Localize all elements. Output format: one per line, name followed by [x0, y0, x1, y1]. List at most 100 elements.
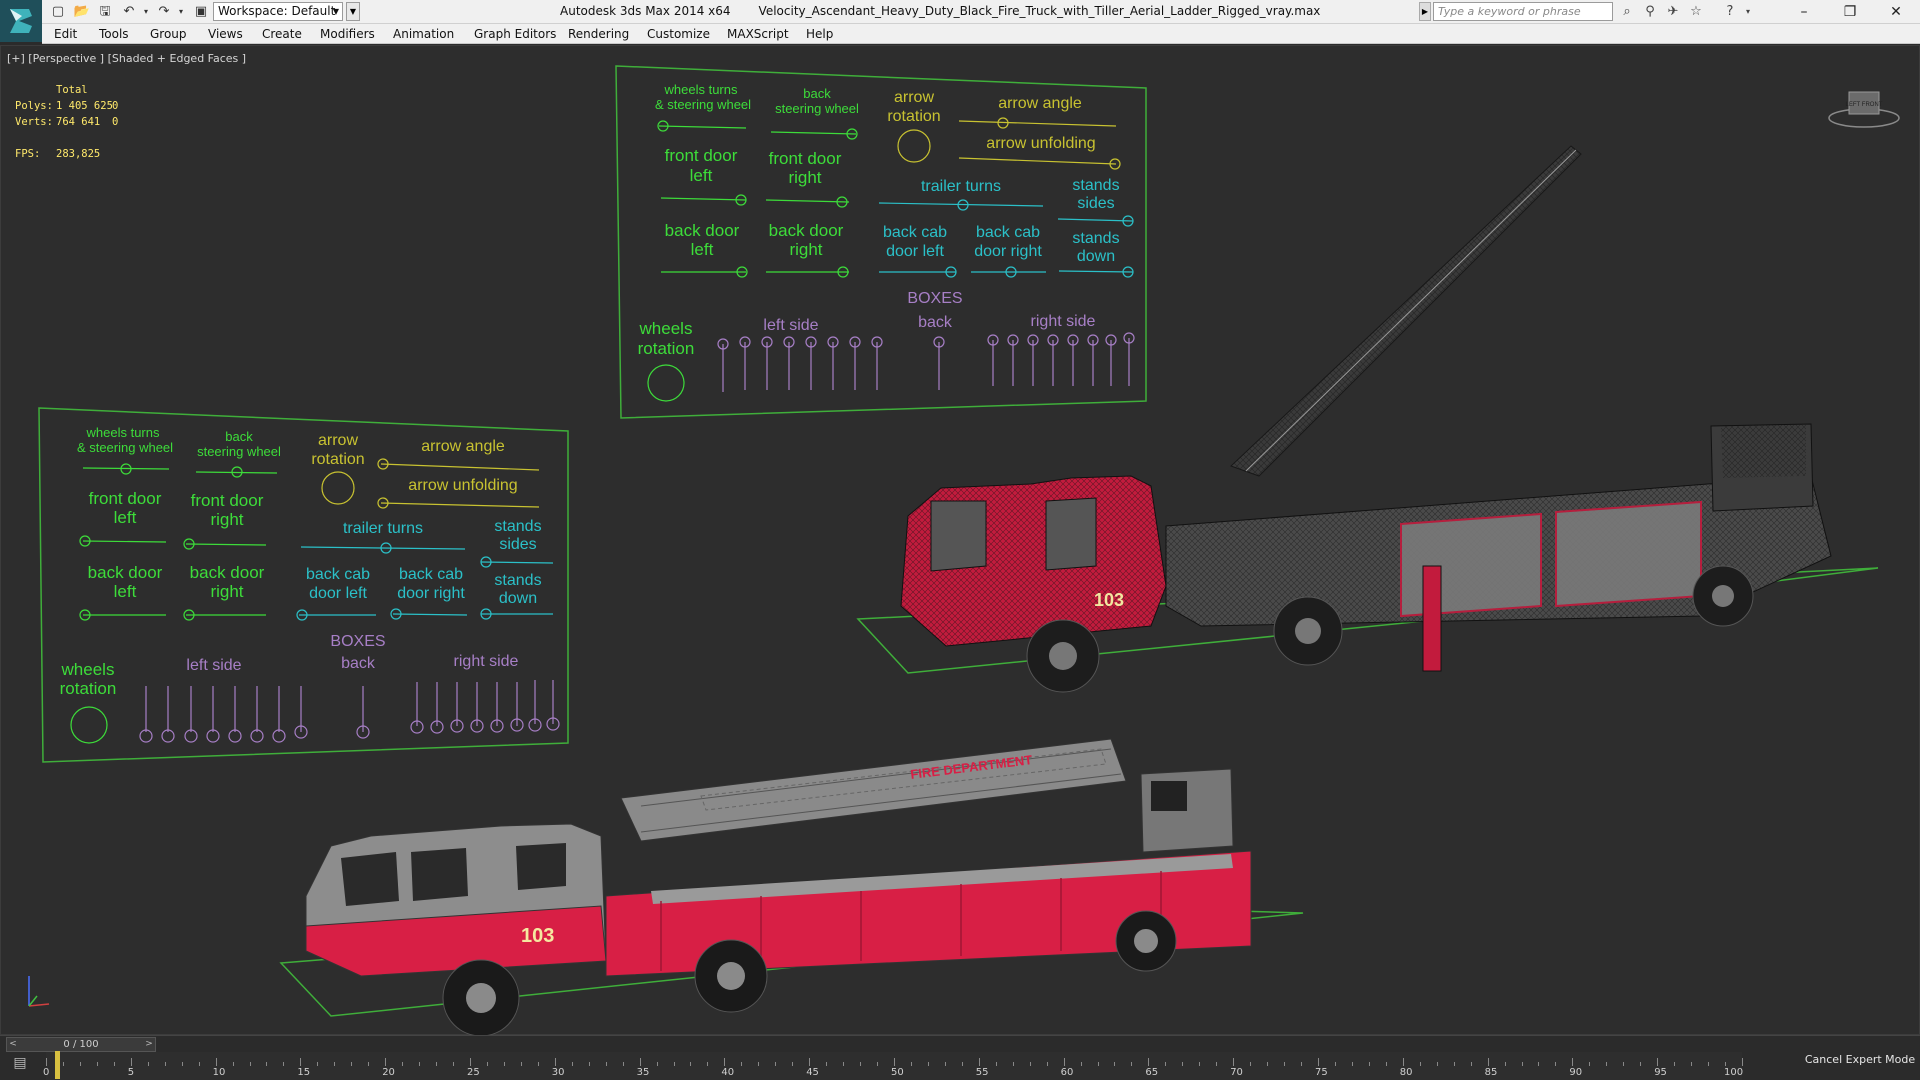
dial-wheels-rotation[interactable]	[647, 364, 685, 402]
label-front-door-right-lower-2: right	[210, 510, 243, 529]
binoculars-icon[interactable]: ⌕	[1617, 3, 1637, 21]
close-button[interactable]: ✕	[1873, 0, 1919, 24]
label-arrow-rotation-lower-1: arrow	[318, 432, 358, 449]
timeline-tick	[1063, 1058, 1065, 1066]
box-sliders-upper[interactable]	[717, 332, 1135, 392]
timeline-tick	[402, 1062, 404, 1066]
menu-graph-editors[interactable]: Graph Editors	[474, 27, 556, 41]
timeline-tick	[690, 1062, 692, 1066]
timeline-tick-label: 55	[975, 1067, 989, 1078]
search-input[interactable]: Type a keyword or phrase	[1433, 2, 1613, 21]
frame-counter: 0 / 100	[63, 1039, 99, 1050]
menu-customize[interactable]: Customize	[647, 27, 710, 41]
label-back-door-right-2: right	[789, 240, 822, 259]
label-left-side-lower: left side	[186, 657, 241, 674]
timeline-tick	[1419, 1062, 1421, 1066]
viewcube[interactable]: LEFT FRONT	[1827, 84, 1901, 130]
label-front-door-right-2: right	[788, 168, 821, 187]
timeline-tick	[826, 1062, 828, 1066]
subscription-icon[interactable]: ⚲	[1640, 3, 1660, 21]
workspace-dropdown[interactable]: Workspace: Default ▼	[213, 2, 343, 21]
time-slider[interactable]: < 0 / 100 >	[6, 1037, 156, 1052]
timeline-tick	[1029, 1062, 1031, 1066]
timeline-tick	[1487, 1058, 1489, 1066]
timeline-tick-label: 15	[297, 1067, 311, 1078]
label-back-cab-door-right-1: back cab	[976, 224, 1040, 241]
next-frame-icon[interactable]: >	[143, 1038, 155, 1051]
box-sliders-lower[interactable]	[139, 680, 560, 743]
menu-maxscript[interactable]: MAXScript	[727, 27, 789, 41]
app-name: Autodesk 3ds Max 2014 x64	[560, 4, 731, 18]
mini-curve-editor-icon[interactable]: ▤	[8, 1055, 32, 1075]
favorites-star-icon[interactable]: ☆	[1686, 3, 1706, 21]
timeline-tick	[605, 1062, 607, 1066]
timeline-tick	[843, 1062, 845, 1066]
undo-dropdown-icon[interactable]: ▾	[137, 3, 155, 21]
menu-modifiers[interactable]: Modifiers	[320, 27, 375, 41]
label-back-cab-door-left-lower-2: door left	[309, 585, 367, 602]
label-boxes-upper: BOXES	[907, 290, 962, 307]
project-folder-icon[interactable]: ▣	[192, 3, 210, 21]
menu-help[interactable]: Help	[806, 27, 833, 41]
menu-views[interactable]: Views	[208, 27, 243, 41]
label-wheels-turns-2: & steering wheel	[655, 97, 751, 112]
communication-icon[interactable]: ✈	[1663, 3, 1683, 21]
timeline-playhead[interactable]	[55, 1051, 60, 1079]
label-arrow-rotation-2: rotation	[887, 108, 940, 125]
timeline-tick	[1182, 1062, 1184, 1066]
cancel-expert-mode-button[interactable]: Cancel Expert Mode	[1800, 1043, 1920, 1077]
menu-group[interactable]: Group	[150, 27, 187, 41]
timeline-tick-label: 65	[1145, 1067, 1159, 1078]
restore-button[interactable]: ❐	[1827, 0, 1873, 24]
dial-arrow-rotation[interactable]	[897, 129, 931, 163]
redo-dropdown-icon[interactable]: ▾	[172, 3, 190, 21]
timeline-tick	[181, 1062, 183, 1066]
perspective-viewport[interactable]: 103 wheels turns & steering wheel back s…	[0, 45, 1920, 1036]
timeline-tick	[1572, 1058, 1574, 1066]
new-file-icon[interactable]: ▢	[49, 3, 67, 21]
dial-arrow-rotation-lower[interactable]	[321, 471, 355, 505]
undo-icon[interactable]: ↶	[120, 3, 138, 21]
help-dropdown-icon[interactable]: ▾	[1738, 3, 1758, 21]
help-icon[interactable]: ?	[1720, 3, 1740, 21]
menu-edit[interactable]: Edit	[54, 27, 77, 41]
timeline-tick-label: 30	[551, 1067, 565, 1078]
timeline-track[interactable]: 0 5 10 15 20 25 30 35 40 45 50 55 60 65 70 75 80 85 90 95 10…	[43, 1052, 1743, 1080]
timeline-tick	[537, 1062, 539, 1066]
menu-rendering[interactable]: Rendering	[568, 27, 629, 41]
save-file-icon[interactable]: 🖫	[96, 3, 114, 21]
polys-total: 1 405 625	[56, 100, 113, 112]
search-expand-icon[interactable]: ▶	[1419, 2, 1431, 21]
timeline-tick-label: 75	[1315, 1067, 1328, 1078]
label-stands-sides-1: stands	[1072, 177, 1119, 194]
timeline-bar: < 0 / 100 > 0 5 10 15 20 25 30 35 40 45 50 55 60 65 70…	[0, 1035, 1920, 1080]
timeline-tick	[944, 1062, 946, 1066]
timeline-tick	[910, 1062, 912, 1066]
timeline-tick	[775, 1062, 777, 1066]
timeline-tick	[1504, 1062, 1506, 1066]
chevron-down-icon: ▼	[332, 7, 339, 16]
open-file-icon[interactable]: 📂	[73, 3, 91, 21]
timeline-tick	[1402, 1058, 1404, 1066]
label-front-door-left-2: left	[690, 166, 713, 185]
label-wheels-rotation-lower-2: rotation	[60, 679, 117, 698]
redo-icon[interactable]: ↷	[155, 3, 173, 21]
timeline-tick-label: 25	[467, 1067, 480, 1078]
minimize-button[interactable]: –	[1781, 0, 1827, 24]
menu-animation[interactable]: Animation	[393, 27, 454, 41]
menu-tools[interactable]: Tools	[99, 27, 129, 41]
viewport-label-menu[interactable]: [+] [Perspective ] [Shaded + Edged Faces…	[7, 52, 246, 65]
shaded-truck[interactable]: FIRE DEPARTMENT 103	[279, 738, 1304, 1036]
app-logo-button[interactable]	[0, 0, 42, 42]
3dsmax-logo-icon	[10, 9, 32, 33]
timeline-tick	[283, 1062, 285, 1066]
quick-access-dropdown[interactable]: ▼	[346, 2, 360, 21]
upper-unit-number: 103	[1094, 590, 1124, 610]
timeline-tick	[1250, 1062, 1252, 1066]
label-boxes-lower: BOXES	[330, 633, 385, 650]
dial-wheels-rotation-lower[interactable]	[70, 706, 108, 744]
timeline-tick-label: 60	[1060, 1067, 1074, 1078]
rig-control-panel-lower: wheels turns & steering wheel back steer…	[38, 407, 569, 763]
menu-create[interactable]: Create	[262, 27, 302, 41]
timeline-tick	[571, 1062, 573, 1066]
